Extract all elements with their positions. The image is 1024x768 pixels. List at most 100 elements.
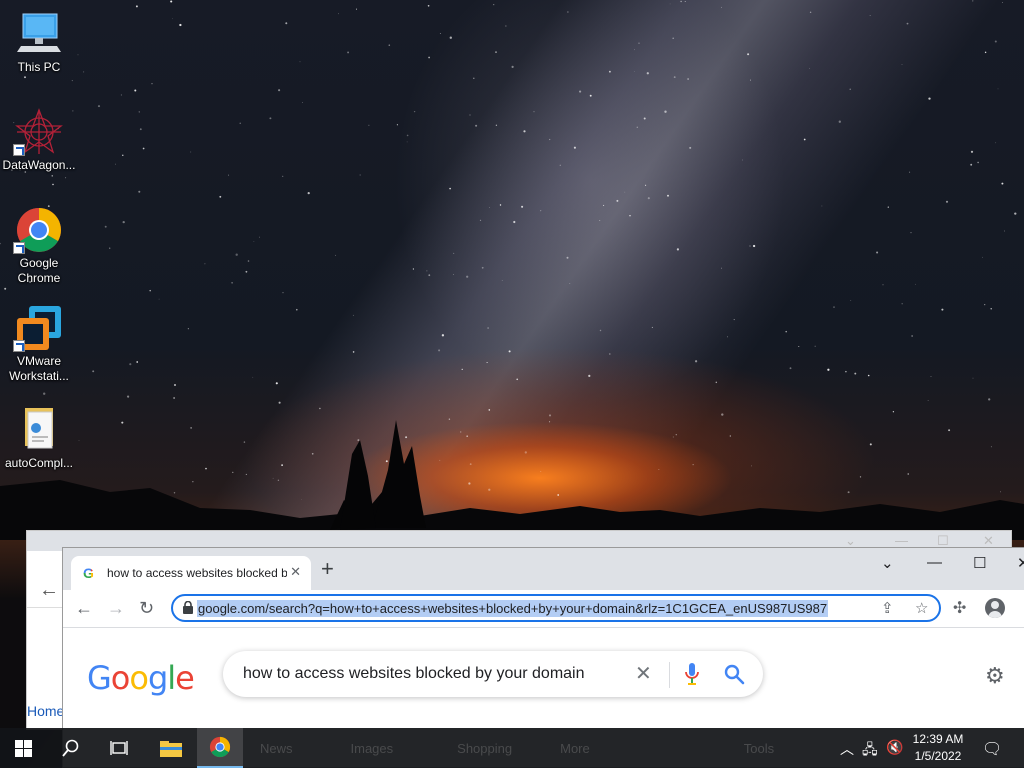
chrome-taskbar-button[interactable] xyxy=(197,728,243,768)
star xyxy=(599,220,601,221)
star xyxy=(523,130,526,133)
back-arrow-icon[interactable]: ← xyxy=(39,579,59,602)
maximize-icon[interactable]: ☐ xyxy=(973,554,986,572)
chrome-icon xyxy=(209,736,231,758)
star xyxy=(172,18,174,20)
task-view-button[interactable] xyxy=(96,728,142,768)
star xyxy=(809,67,810,69)
volume-muted-icon[interactable]: 🔇 xyxy=(886,739,903,756)
settings-gear-icon[interactable]: ⚙ xyxy=(985,663,1005,689)
search-icon[interactable] xyxy=(723,663,745,685)
clear-search-icon[interactable]: ✕ xyxy=(635,661,652,686)
star xyxy=(720,6,722,8)
url-text[interactable]: google.com/search?q=how+to+access+websit… xyxy=(197,600,829,617)
file-explorer-button[interactable] xyxy=(148,728,194,768)
star xyxy=(990,308,992,310)
star xyxy=(138,190,141,193)
star xyxy=(672,37,674,40)
search-button[interactable] xyxy=(48,728,94,768)
show-hidden-icons-chevron-icon[interactable]: ︿ xyxy=(840,739,854,759)
star xyxy=(727,336,728,338)
home-link[interactable]: Home xyxy=(27,703,64,719)
share-icon[interactable]: ⇪ xyxy=(881,599,894,617)
close-icon[interactable]: ✕ xyxy=(1017,554,1024,572)
star xyxy=(508,350,511,353)
star xyxy=(579,90,582,93)
system-clock[interactable]: 12:39 AM 1/5/2022 xyxy=(906,731,970,765)
desktop-icon-vmware-workstation[interactable]: VMware Workstati... xyxy=(1,304,77,384)
extensions-puzzle-icon[interactable]: ✣ xyxy=(953,598,966,618)
star xyxy=(876,251,879,254)
desktop-icon-datawagon[interactable]: DataWagon... xyxy=(1,108,77,173)
notification-center-icon[interactable]: 🗨 xyxy=(982,739,1002,759)
search-input[interactable]: how to access websites blocked by your d… xyxy=(223,651,763,697)
desktop-icon-this-pc[interactable]: This PC xyxy=(1,10,77,75)
star xyxy=(676,248,680,251)
star xyxy=(827,368,830,371)
star xyxy=(299,61,301,63)
star xyxy=(809,11,812,14)
google-logo[interactable]: Google xyxy=(87,659,195,697)
lock-icon xyxy=(183,601,193,614)
star xyxy=(495,51,497,53)
star xyxy=(608,70,611,73)
star xyxy=(278,89,281,92)
tab-strip[interactable]: G how to access websites blocked by your… xyxy=(63,548,1024,590)
logo-letter: o xyxy=(110,659,131,697)
star xyxy=(838,120,841,123)
star xyxy=(910,231,912,234)
logo-letter: G xyxy=(87,659,112,697)
star xyxy=(245,270,248,273)
star xyxy=(412,268,415,270)
logo-letter: g xyxy=(147,659,168,697)
search-query-text[interactable]: how to access websites blocked by your d… xyxy=(243,665,585,683)
new-tab-button[interactable]: + xyxy=(321,558,334,580)
star xyxy=(347,51,350,54)
tab-search-chevron-icon[interactable]: ⌄ xyxy=(881,554,894,572)
back-button[interactable]: ← xyxy=(75,596,93,620)
star xyxy=(122,220,125,224)
forward-button[interactable]: → xyxy=(107,596,125,620)
shortcut-arrow-icon xyxy=(13,242,25,254)
desktop-icon-autocomplete-file[interactable]: autoCompl... xyxy=(1,406,77,471)
star xyxy=(501,280,503,281)
star xyxy=(603,204,605,206)
ghost-tab-label: News xyxy=(260,740,293,756)
star xyxy=(941,308,944,311)
bookmark-star-icon[interactable]: ☆ xyxy=(915,599,928,617)
minimize-icon[interactable]: — xyxy=(895,533,908,548)
star xyxy=(134,89,137,92)
minimize-icon[interactable]: — xyxy=(927,554,942,571)
star xyxy=(970,163,973,166)
star xyxy=(533,111,535,113)
microphone-icon[interactable] xyxy=(685,663,699,685)
reload-button[interactable]: ↻ xyxy=(139,596,154,620)
star xyxy=(52,183,54,186)
star xyxy=(282,175,284,177)
star xyxy=(647,197,650,200)
folder-icon xyxy=(160,741,182,757)
star xyxy=(785,330,787,333)
star xyxy=(599,329,602,332)
star xyxy=(51,175,53,177)
star xyxy=(588,374,591,378)
star xyxy=(231,281,233,284)
star xyxy=(749,245,751,247)
close-tab-icon[interactable]: ✕ xyxy=(290,564,301,580)
star xyxy=(170,0,173,3)
star xyxy=(833,306,835,308)
star xyxy=(803,138,806,141)
star xyxy=(638,42,640,44)
google-favicon-icon: G xyxy=(83,565,99,581)
tab-google-search[interactable]: G how to access websites blocked by your… xyxy=(71,556,311,590)
star xyxy=(814,345,816,347)
network-icon[interactable]: 🖧 xyxy=(862,739,878,763)
star xyxy=(687,78,689,80)
star xyxy=(135,5,138,8)
address-bar[interactable]: google.com/search?q=how+to+access+websit… xyxy=(171,594,941,622)
desktop-icon-google-chrome[interactable]: Google Chrome xyxy=(1,206,77,286)
start-button[interactable] xyxy=(0,728,46,768)
shortcut-arrow-icon xyxy=(13,144,25,156)
star xyxy=(481,266,484,269)
profile-avatar-icon[interactable] xyxy=(985,598,1005,618)
